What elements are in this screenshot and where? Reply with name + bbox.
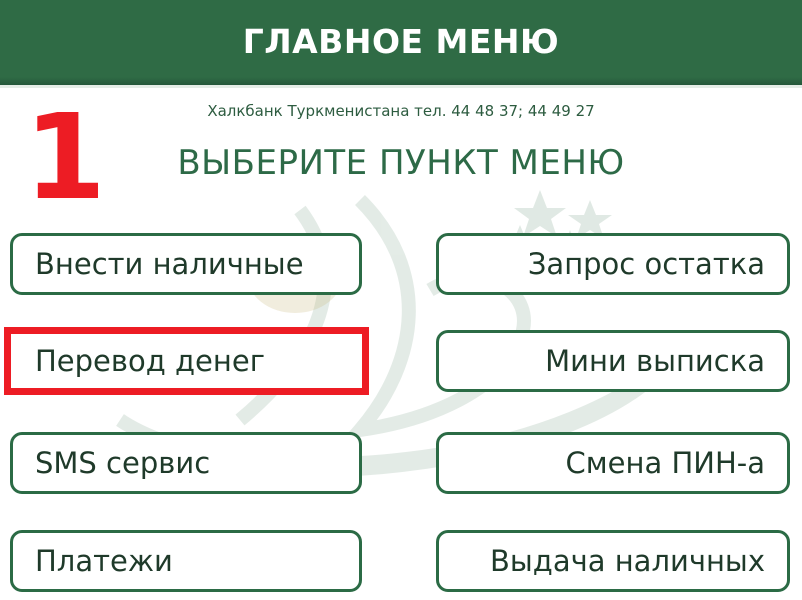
header-bar: ГЛАВНОЕ МЕНЮ — [0, 0, 802, 88]
balance-inquiry-label: Запрос остатка — [527, 247, 765, 281]
header-shade — [0, 77, 802, 85]
payments-button[interactable]: Платежи — [10, 530, 362, 592]
page-title: ВЫБЕРИТЕ ПУНКТ МЕНЮ — [177, 143, 625, 183]
change-pin-button[interactable]: Смена ПИН-а — [436, 432, 790, 494]
bank-contact-info: Халкбанк Туркменистана тел. 44 48 37; 44… — [207, 102, 595, 120]
sms-service-label: SMS сервис — [35, 446, 211, 480]
header-title: ГЛАВНОЕ МЕНЮ — [242, 22, 560, 61]
payments-label: Платежи — [35, 544, 173, 578]
deposit-cash-button[interactable]: Внести наличные — [10, 233, 362, 295]
money-transfer-label: Перевод денег — [35, 344, 265, 378]
deposit-cash-label: Внести наличные — [35, 247, 304, 281]
balance-inquiry-button[interactable]: Запрос остатка — [436, 233, 790, 295]
cash-withdrawal-label: Выдача наличных — [489, 544, 765, 578]
mini-statement-button[interactable]: Мини выписка — [436, 330, 790, 392]
money-transfer-button[interactable]: Перевод денег — [10, 330, 362, 392]
mini-statement-label: Мини выписка — [545, 344, 765, 378]
cash-withdrawal-button[interactable]: Выдача наличных — [436, 530, 790, 592]
sms-service-button[interactable]: SMS сервис — [10, 432, 362, 494]
atm-screen: ГЛАВНОЕ МЕНЮ Халкбанк Туркменистана тел.… — [0, 0, 802, 600]
change-pin-label: Смена ПИН-а — [565, 446, 765, 480]
